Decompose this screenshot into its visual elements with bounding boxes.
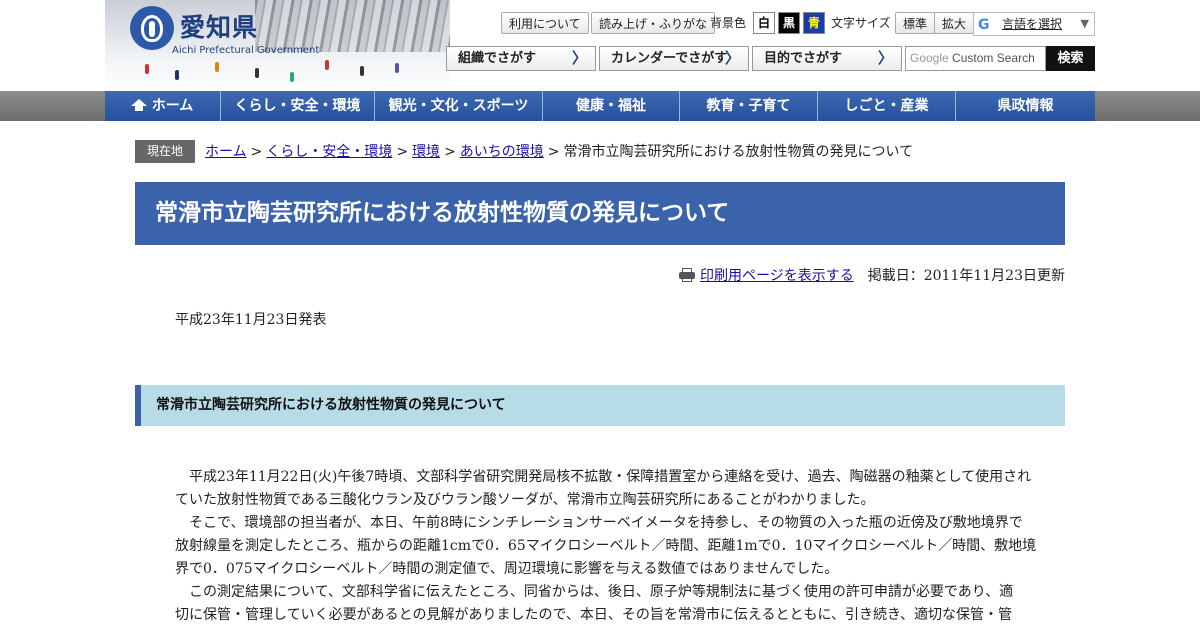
- nav-tourism-culture-sports[interactable]: 観光・文化・スポーツ: [375, 91, 543, 121]
- breadcrumb: ホーム > くらし・安全・環境 > 環境 > あいちの環境 > 常滑市立陶芸研究所における放射性…: [205, 141, 913, 163]
- font-size-label: 文字サイズ: [831, 16, 891, 30]
- body-line: ていた放射性物質である三酸化ウラン及びウラン酸ソーダが、常滑市立陶芸研究所にある…: [175, 492, 875, 508]
- breadcrumb-link-living[interactable]: くらし・安全・環境: [266, 144, 392, 160]
- usage-button[interactable]: 利用について: [501, 12, 589, 34]
- nav-health-welfare[interactable]: 健康・福祉: [543, 91, 680, 121]
- chevron-right-icon: 〉: [571, 49, 587, 67]
- chevron-down-icon: ▼: [1080, 17, 1089, 30]
- breadcrumb-link-environment[interactable]: 環境: [412, 144, 440, 160]
- banner-skier: [175, 70, 179, 80]
- body-line: 切に保管・管理していく必要があるとの見解がありましたので、本日、その旨を常滑市に…: [175, 607, 1013, 623]
- body-line: この測定結果について、文部科学省に伝えたところ、同省からは、後日、原子炉等規制法…: [175, 584, 1014, 600]
- font-large-button[interactable]: 拡大: [934, 12, 975, 34]
- google-g-icon: G: [978, 17, 990, 33]
- bg-color-label: 背景色: [710, 16, 747, 30]
- google-search-brand: Google: [910, 51, 949, 65]
- search-by-purpose-button[interactable]: 目的でさがす 〉: [752, 46, 902, 71]
- printer-icon: [679, 268, 695, 282]
- language-select-label: 言語を選択: [1002, 17, 1063, 31]
- reading-furigana-button[interactable]: 読み上げ・ふりがな: [591, 12, 716, 34]
- font-standard-button[interactable]: 標準: [895, 12, 936, 34]
- search-placeholder: Custom Search: [952, 51, 1035, 65]
- body-line: 界で0．075マイクロシーベルト／時間の測定値で、周辺環境に影響を与える数値では…: [175, 561, 839, 577]
- nav-home-label: ホーム: [151, 98, 194, 114]
- banner-skier: [290, 72, 294, 82]
- breadcrumb-separator: >: [396, 144, 409, 160]
- body-line: 平成23年11月22日(火)午後7時頃、文部科学省研究開発局核不拡散・保障措置室…: [175, 469, 1032, 485]
- prefecture-emblem-icon: [130, 6, 174, 50]
- body-line: 放射線量を測定したところ、瓶からの距離1cmで0．65マイクロシーベルト／時間、…: [175, 538, 1037, 554]
- banner-skier: [360, 66, 364, 76]
- site-logo-en: Aichi Prefectural Government: [172, 45, 320, 56]
- banner-skier: [215, 62, 219, 72]
- nav-prefectural-info[interactable]: 県政情報: [956, 91, 1095, 121]
- global-nav-bar: ホーム くらし・安全・環境 観光・文化・スポーツ 健康・福祉 教育・子育て しご…: [0, 91, 1200, 121]
- breadcrumb-separator: >: [250, 144, 263, 160]
- search-input[interactable]: Google Custom Search: [905, 46, 1046, 71]
- banner-skier: [145, 64, 149, 74]
- body-line: そこで、環境部の担当者が、本日、午前8時にシンチレーションサーベイメータを持参し…: [175, 515, 1023, 531]
- print-page-link[interactable]: 印刷用ページを表示する: [700, 268, 854, 284]
- page-title: 常滑市立陶芸研究所における放射性物質の発見について: [135, 182, 1065, 245]
- announcement-date: 平成23年11月23日発表: [175, 312, 327, 328]
- chevron-right-icon: 〉: [724, 49, 740, 67]
- section-heading: 常滑市立陶芸研究所における放射性物質の発見について: [135, 385, 1065, 426]
- published-date: 掲載日：2011年11月23日更新: [867, 268, 1065, 284]
- banner-skier: [325, 60, 329, 70]
- nav-work-industry[interactable]: しごと・産業: [818, 91, 956, 121]
- bg-black-button[interactable]: 黒: [778, 12, 800, 34]
- breadcrumb-separator: >: [444, 144, 456, 160]
- nav-home[interactable]: ホーム: [105, 91, 221, 121]
- chevron-right-icon: 〉: [877, 49, 893, 67]
- banner-skier: [395, 63, 399, 73]
- breadcrumb-current: 常滑市立陶芸研究所における放射性物質の発見について: [563, 144, 914, 160]
- site-header: 愛知県 Aichi Prefectural Government 利用について …: [0, 0, 1200, 91]
- home-icon: [130, 99, 147, 111]
- global-nav: ホーム くらし・安全・環境 観光・文化・スポーツ 健康・福祉 教育・子育て しご…: [105, 91, 1095, 121]
- nav-education-childcare[interactable]: 教育・子育て: [680, 91, 818, 121]
- language-select[interactable]: G 言語を選択 ▼: [973, 12, 1095, 36]
- breadcrumb-link-home[interactable]: ホーム: [205, 144, 247, 160]
- banner-skier: [255, 68, 259, 78]
- article-body: 平成23年11月22日(火)午後7時頃、文部科学省研究開発局核不拡散・保障措置室…: [175, 466, 1037, 627]
- header-banner[interactable]: 愛知県 Aichi Prefectural Government: [105, 0, 450, 91]
- print-date-row: 印刷用ページを表示する 掲載日：2011年11月23日更新: [679, 266, 1065, 286]
- breadcrumb-link-aichi-environment[interactable]: あいちの環境: [460, 144, 544, 160]
- search-by-org-button[interactable]: 組織でさがす 〉: [446, 46, 596, 71]
- bg-white-button[interactable]: 白: [753, 12, 775, 34]
- breadcrumb-label: 現在地: [135, 140, 195, 163]
- search-by-org-label: 組織でさがす: [458, 51, 537, 66]
- breadcrumb-separator: >: [547, 144, 560, 160]
- search-by-calendar-label: カレンダーでさがす: [611, 51, 728, 66]
- search-by-purpose-label: 目的でさがす: [764, 51, 843, 66]
- site-logo-ja: 愛知県: [180, 13, 259, 42]
- search-by-calendar-button[interactable]: カレンダーでさがす 〉: [599, 46, 749, 71]
- nav-living-safety-environment[interactable]: くらし・安全・環境: [221, 91, 375, 121]
- bg-blue-button[interactable]: 青: [803, 12, 825, 34]
- search-button[interactable]: 検索: [1046, 46, 1095, 71]
